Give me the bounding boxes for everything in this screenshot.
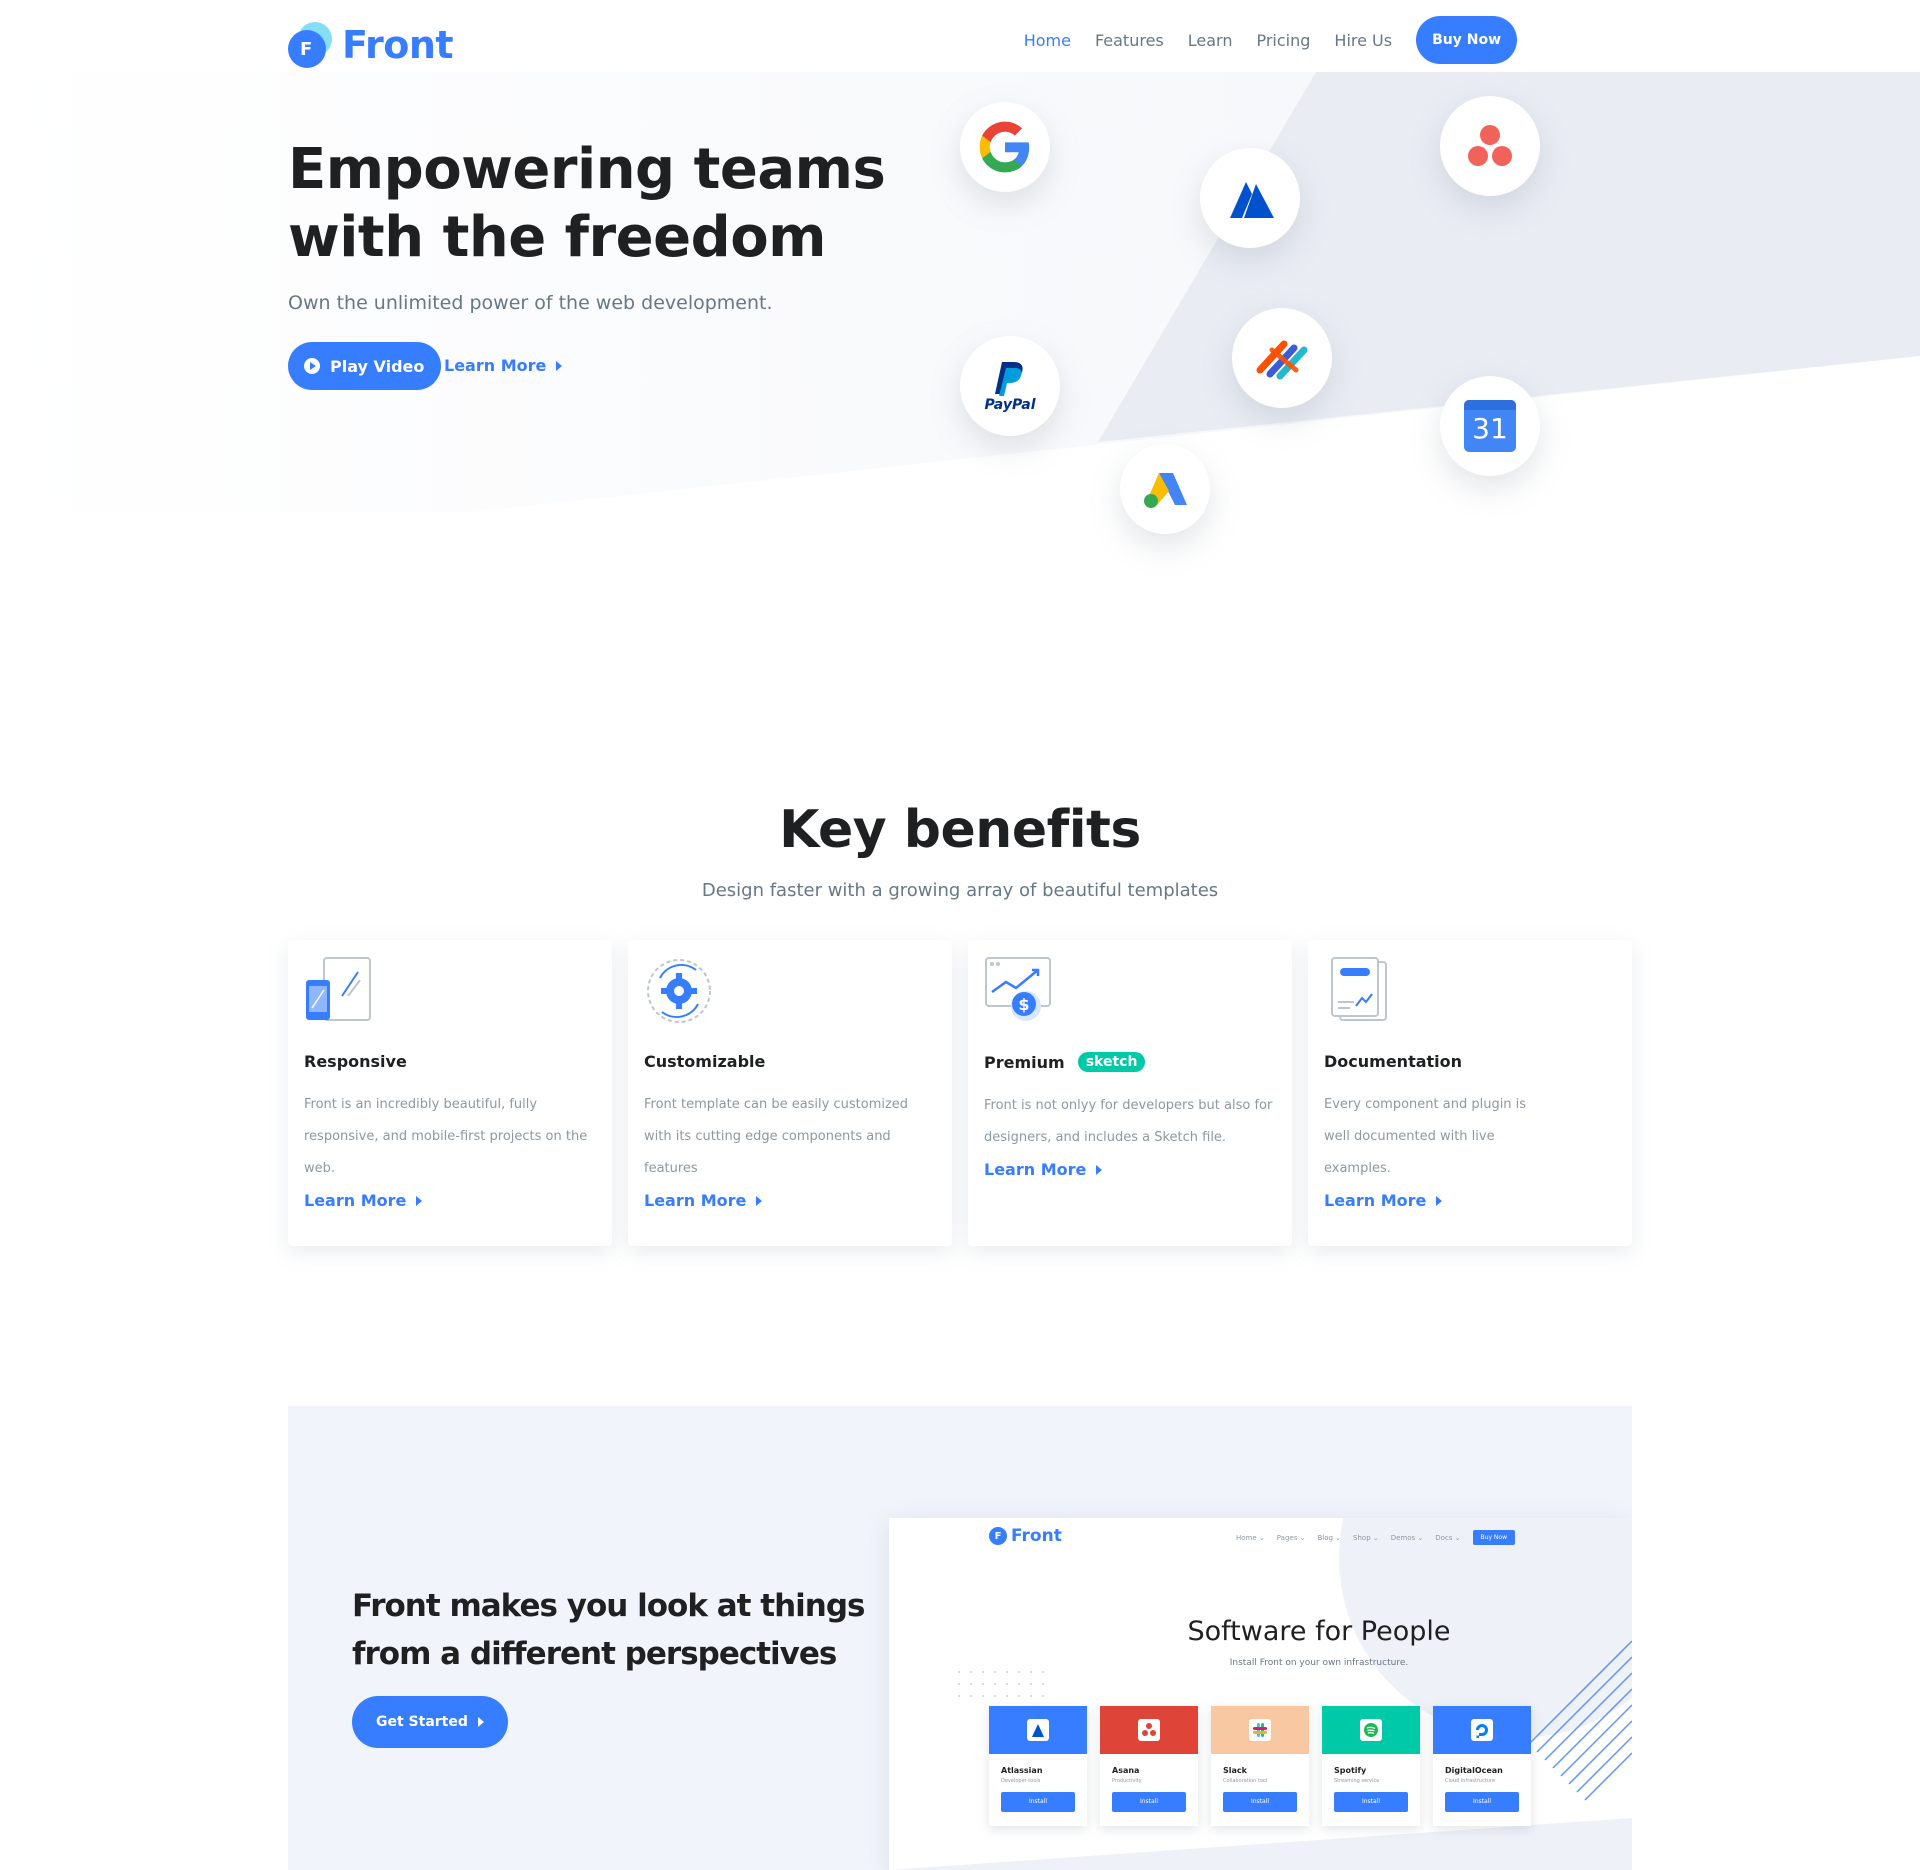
nav-hire-us[interactable]: Hire Us (1334, 31, 1392, 50)
learn-more-link[interactable]: Learn More (1324, 1191, 1443, 1210)
site-header: F Front Home Features Learn Pricing Hire… (0, 0, 1920, 72)
preview-app-card: Atlassian Developer tools Install (989, 1706, 1087, 1826)
preview-app-card: Spotify Streaming service Install (1322, 1706, 1420, 1826)
benefits-subtitle: Design faster with a growing array of be… (701, 880, 1219, 901)
spotify-icon (1360, 1719, 1382, 1741)
benefit-title: Premium sketch (984, 1052, 1276, 1072)
google-calendar-icon: 31 (1440, 376, 1540, 476)
chart-dollar-icon: $ (985, 957, 1051, 1021)
slack-icon (1249, 1719, 1271, 1741)
caret-right-icon (556, 360, 563, 371)
gear-icon (647, 959, 711, 1023)
nav-pricing[interactable]: Pricing (1256, 31, 1310, 50)
benefit-text: Front template can be easily customized … (644, 1097, 909, 1176)
learn-more-link[interactable]: Learn More (304, 1191, 423, 1210)
preview-app-card: Asana Productivity Install (1100, 1706, 1198, 1826)
preview-app-card: Slack Collaboration tool Install (1211, 1706, 1309, 1826)
learn-more-link[interactable]: Learn More (644, 1191, 763, 1210)
zapier-icon (1232, 308, 1332, 408)
benefit-text: Front is not onlyy for developers but al… (984, 1098, 1273, 1145)
benefit-text: Every component and plugin is well docum… (1324, 1097, 1527, 1176)
main-nav: Home Features Learn Pricing Hire Us Buy … (1000, 16, 1517, 64)
svg-text:$: $ (1018, 995, 1029, 1014)
hero-background (0, 72, 1920, 512)
brand-name: Front (342, 23, 454, 67)
caret-right-icon (416, 1195, 423, 1206)
benefit-text: Front is an incredibly beautiful, fully … (304, 1097, 588, 1176)
preview-app-card: DigitalOcean Cloud infrastructure Instal… (1433, 1706, 1531, 1826)
front-logo-icon: F (288, 22, 334, 68)
caret-right-icon (756, 1195, 763, 1206)
document-icon (1331, 957, 1387, 1021)
google-ads-icon (1120, 444, 1210, 534)
get-started-button[interactable]: Get Started (352, 1696, 508, 1748)
devices-icon (306, 957, 371, 1021)
caret-right-icon (477, 1717, 484, 1727)
cta-section: Front makes you look at things from a dif… (288, 1406, 1632, 1870)
nav-learn[interactable]: Learn (1188, 31, 1233, 50)
hero-learn-more-link[interactable]: Learn More (444, 356, 563, 375)
benefit-title: Documentation (1324, 1052, 1463, 1071)
google-icon (960, 102, 1050, 192)
benefit-card-responsive: Responsive Front is an incredibly beauti… (288, 940, 612, 1246)
brand-logo[interactable]: F Front (288, 22, 454, 68)
hero-title: Empowering teams with the freedom (288, 137, 886, 270)
preview-subtitle: Install Front on your own infrastructure… (1229, 1658, 1409, 1668)
nav-features[interactable]: Features (1095, 31, 1164, 50)
atlassian-icon (1200, 148, 1300, 248)
nav-home[interactable]: Home (1024, 31, 1071, 50)
play-video-button[interactable]: Play Video (288, 342, 442, 390)
preview-nav: Home ⌄ Pages ⌄ Blog ⌄ Shop ⌄ Demos ⌄ Docs ⌄ … (1236, 1530, 1527, 1545)
buy-now-button[interactable]: Buy Now (1416, 16, 1517, 64)
benefit-card-customizable: Customizable Front template can be easil… (628, 940, 952, 1246)
play-icon (304, 358, 320, 374)
product-preview-screenshot: F Front Home ⌄ Pages ⌄ Blog ⌄ Shop ⌄ Demos ⌄… (889, 1518, 1632, 1870)
benefit-card-documentation: Documentation Every component and plugin… (1308, 940, 1632, 1246)
atlassian-icon (1027, 1719, 1049, 1741)
caret-right-icon (1096, 1164, 1103, 1175)
benefit-title: Responsive (304, 1052, 407, 1071)
preview-title: Software for People (1187, 1616, 1451, 1647)
hero-subtitle: Own the unlimited power of the web devel… (288, 292, 773, 314)
preview-logo: F Front (989, 1526, 1062, 1546)
paypal-wordmark: PayPal (984, 396, 1036, 413)
caret-right-icon (1436, 1195, 1443, 1206)
paypal-icon: PayPal (960, 336, 1060, 436)
cta-title: Front makes you look at things from a dif… (352, 1588, 865, 1672)
calendar-day: 31 (1472, 412, 1508, 445)
digitalocean-icon (1471, 1719, 1493, 1741)
benefit-card-premium: $ Premium sketch Front is not onlyy for … (968, 940, 1292, 1246)
asana-icon (1440, 96, 1540, 196)
benefits-title: Key benefits (779, 800, 1141, 860)
learn-more-link[interactable]: Learn More (984, 1160, 1103, 1179)
sketch-badge: sketch (1077, 1052, 1146, 1072)
benefit-title: Customizable (644, 1052, 766, 1071)
asana-icon (1138, 1719, 1160, 1741)
